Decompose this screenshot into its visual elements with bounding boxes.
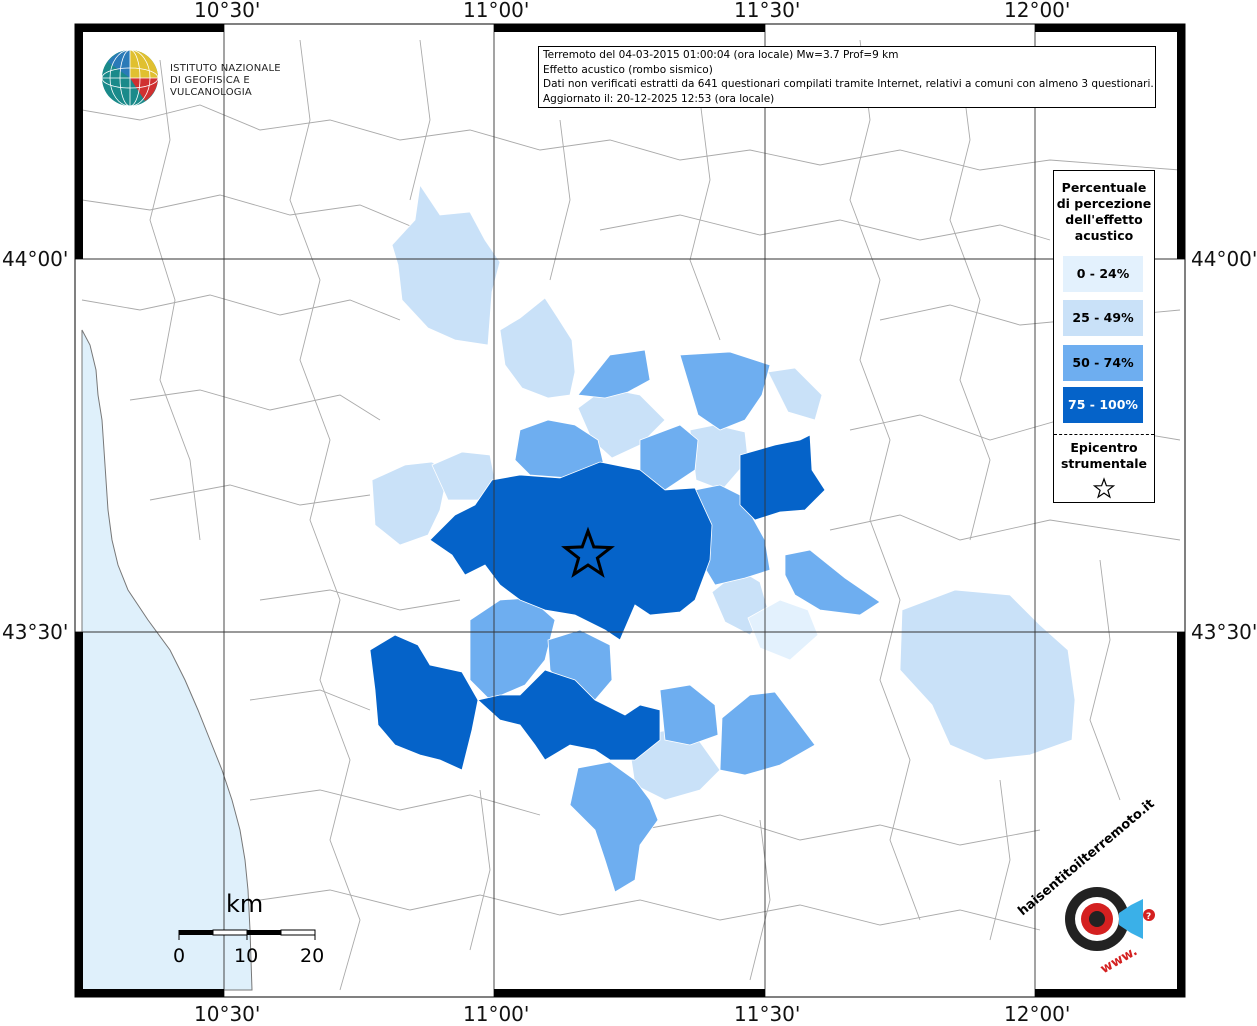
legend-title: Percentuale di percezione dell'effetto a… [1054, 180, 1154, 244]
legend-class-50-74: 50 - 74% [1063, 345, 1143, 381]
legend-class-75-100: 75 - 100% [1063, 387, 1143, 423]
tick-right-4330: 43°30' [1191, 620, 1257, 644]
tick-top-1030: 10°30' [194, 0, 261, 22]
legend-title-line: di percezione [1056, 196, 1152, 211]
tick-right-4400: 44°00' [1191, 247, 1257, 271]
ingv-logo-text: ISTITUTO NAZIONALE DI GEOFISICA E VULCAN… [170, 63, 320, 99]
tick-top-1100: 11°00' [463, 0, 530, 22]
tick-bottom-1130: 11°30' [734, 1002, 801, 1026]
tick-bottom-1030: 10°30' [194, 1002, 261, 1026]
tick-bottom-1100: 11°00' [463, 1002, 530, 1026]
legend-separator [1054, 434, 1154, 435]
ingv-logo-line: DI GEOFISICA E VULCANOLOGIA [170, 75, 252, 98]
effect-type: Effetto acustico (rombo sismico) [543, 63, 713, 76]
legend-epicenter-label: Epicentro strumentale [1054, 440, 1154, 472]
legend-star-icon [1092, 477, 1116, 499]
scale-label-0: 0 [173, 945, 186, 967]
legend-class-25-49: 25 - 49% [1063, 300, 1143, 336]
scale-bar: km 0 10 20 [170, 890, 340, 970]
ingv-logo-line: ISTITUTO NAZIONALE [170, 63, 281, 74]
update-time: Aggiornato il: 20-12-2025 12:53 (ora loc… [543, 92, 775, 105]
tick-top-1130: 11°30' [734, 0, 801, 22]
ingv-logo: ISTITUTO NAZIONALE DI GEOFISICA E VULCAN… [100, 48, 320, 108]
legend-epicenter-line: Epicentro [1070, 440, 1138, 455]
svg-text:?: ? [1146, 912, 1151, 922]
tick-left-4330: 43°30' [2, 620, 69, 644]
legend: Percentuale di percezione dell'effetto a… [1053, 170, 1155, 503]
data-note: Dati non verificati estratti da 641 ques… [543, 78, 1154, 91]
legend-class-0-24: 0 - 24% [1063, 256, 1143, 292]
scale-label-20: 20 [300, 945, 325, 967]
event-title: Terremoto del 04-03-2015 01:00:04 (ora l… [543, 49, 899, 61]
event-info-box: Terremoto del 04-03-2015 01:00:04 (ora l… [538, 46, 1156, 108]
tick-left-4400: 44°00' [2, 247, 69, 271]
haisentito-logo: ? haisentitoilterremoto.it www. [1015, 796, 1165, 985]
legend-epicenter-line: strumentale [1060, 456, 1148, 471]
legend-title-line: Percentuale [1061, 180, 1147, 195]
scale-label-10: 10 [234, 945, 259, 967]
legend-title-line: dell'effetto [1065, 212, 1143, 227]
tick-bottom-1200: 12°00' [1004, 1002, 1071, 1026]
scale-unit: km [226, 890, 264, 918]
legend-title-line: acustico [1074, 228, 1134, 243]
ingv-globe-icon [101, 49, 159, 107]
tick-top-1200: 12°00' [1004, 0, 1071, 22]
